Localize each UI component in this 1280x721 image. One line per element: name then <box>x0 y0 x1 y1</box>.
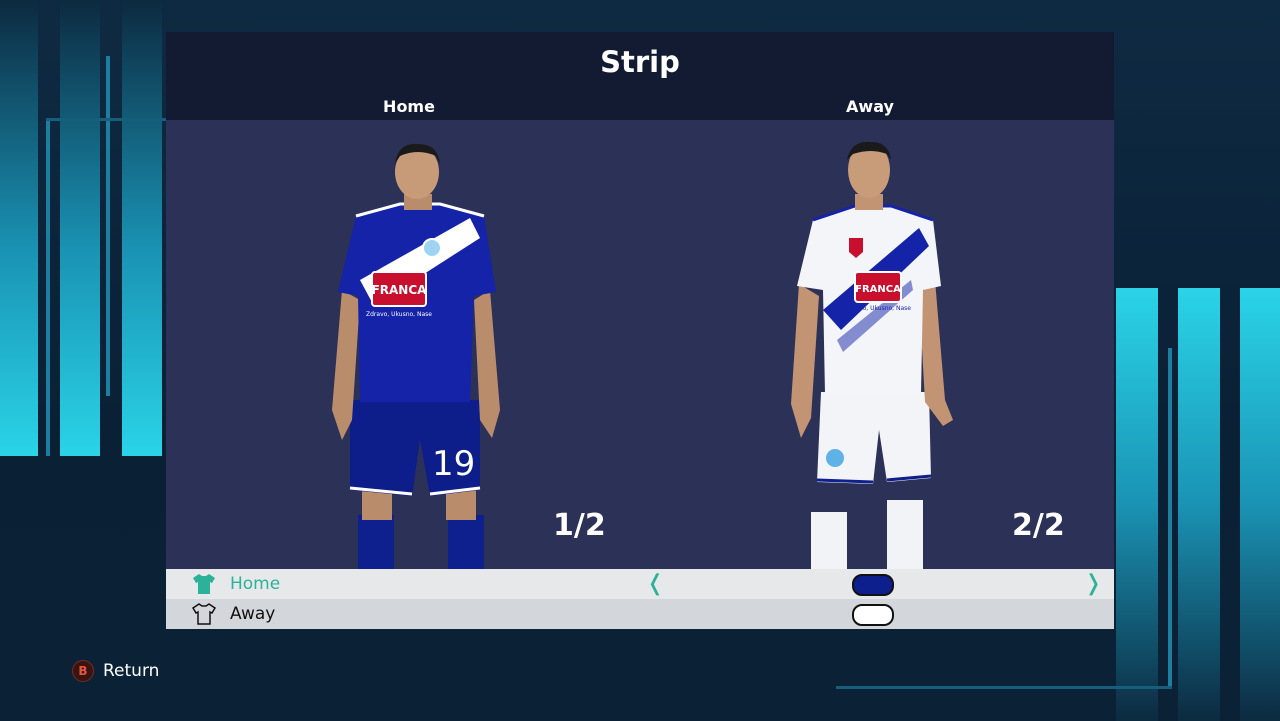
return-control[interactable]: B Return <box>72 660 159 682</box>
option-row-home[interactable]: Home ❬ ❭ <box>166 569 1114 599</box>
chevron-right-icon[interactable]: ❭ <box>1084 571 1102 596</box>
away-column-label: Away <box>846 97 894 116</box>
shirt-icon <box>192 573 216 599</box>
option-label-away: Away <box>230 604 276 624</box>
home-shorts-number: 19 <box>432 444 475 484</box>
home-sponsor: FRANCA <box>372 283 428 297</box>
decor-stripe <box>122 0 162 456</box>
decor-line <box>836 686 1172 689</box>
b-button-icon: B <box>72 660 94 682</box>
strip-panel: Strip Home Away 19 FRANCA Zdravo, Ukusno… <box>166 32 1114 630</box>
away-color-swatch <box>852 604 894 626</box>
return-label: Return <box>103 661 160 681</box>
page-title: Strip <box>600 45 680 79</box>
home-column-label: Home <box>383 97 435 116</box>
option-row-away[interactable]: Away <box>166 599 1114 629</box>
decor-stripe <box>0 0 38 456</box>
chevron-left-icon[interactable]: ❬ <box>646 571 664 596</box>
decor-line <box>1168 348 1172 688</box>
home-sponsor-tagline: Zdravo, Ukusno, Nase <box>366 311 432 318</box>
panel-header: Strip Home Away <box>166 32 1114 120</box>
shirt-outline-icon <box>191 603 217 629</box>
decor-stripe <box>1116 288 1158 721</box>
away-sponsor: FRANCA <box>855 284 901 295</box>
home-kit-counter: 1/2 <box>553 508 606 543</box>
decor-line <box>106 56 110 396</box>
option-label-home: Home <box>230 574 281 594</box>
decor-stripe <box>1240 288 1280 721</box>
home-color-swatch <box>852 574 894 596</box>
home-player-model: 19 FRANCA Zdravo, Ukusno, Nase <box>332 143 500 569</box>
decor-line <box>46 118 166 121</box>
away-player-model: FRANCA Zdravo, Ukusno, Nase <box>791 141 953 569</box>
kit-preview-stage: 19 FRANCA Zdravo, Ukusno, Nase FRANCA Zd… <box>166 120 1114 569</box>
decor-stripe <box>60 0 100 456</box>
decor-line <box>46 118 50 456</box>
away-kit-counter: 2/2 <box>1012 508 1065 543</box>
away-sponsor-tagline: Zdravo, Ukusno, Nase <box>845 305 911 312</box>
decor-stripe <box>1178 288 1220 721</box>
